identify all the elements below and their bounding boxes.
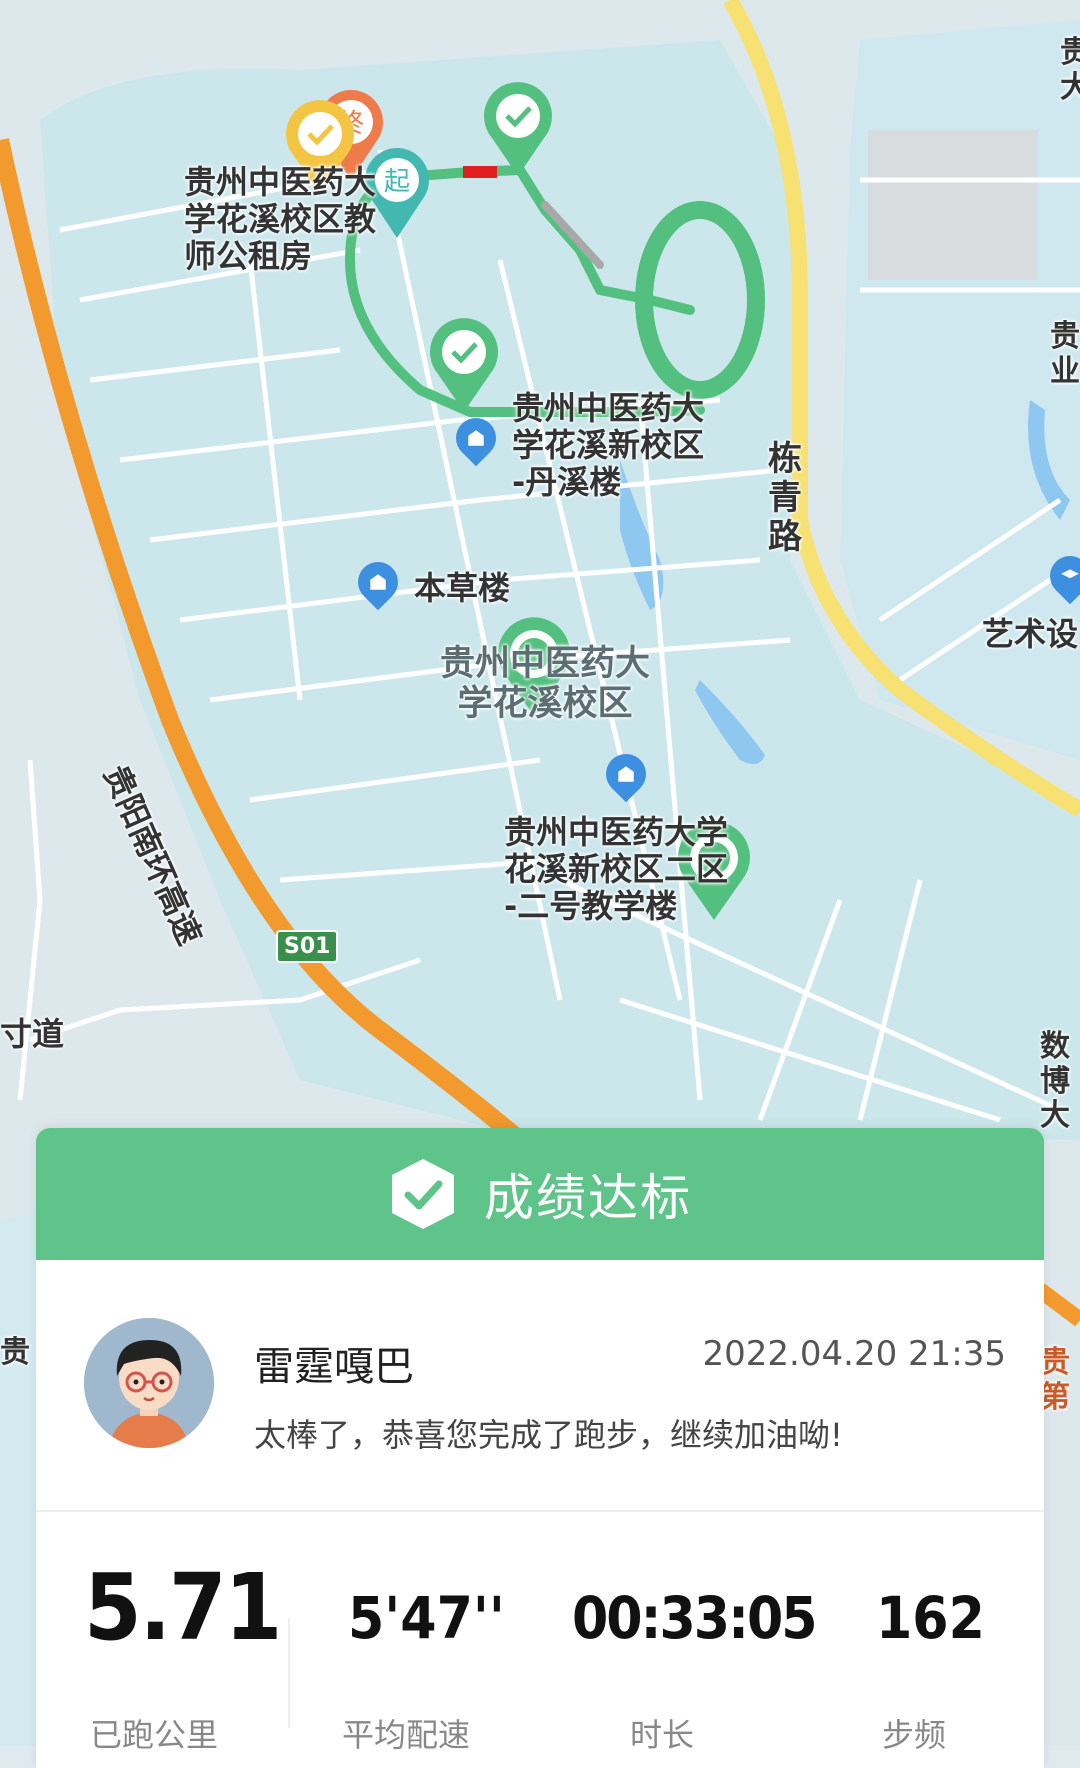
shield-check-icon xyxy=(392,1159,454,1229)
map-label-art: 艺术设 xyxy=(982,615,1079,653)
map-label-teacher-housing: 贵州中医药大 学花溪校区教 师公租房 xyxy=(184,163,377,275)
banner-title: 成绩达标 xyxy=(484,1169,692,1227)
start-marker-label: 起 xyxy=(384,167,410,197)
stat-distance-value: 5.71 xyxy=(84,1554,282,1661)
checkpoint-marker-icon[interactable] xyxy=(426,316,502,416)
congrats-message: 太棒了，恭喜您完成了跑步，继续加油呦! xyxy=(254,1416,843,1454)
avatar-illustration-icon xyxy=(84,1318,214,1448)
map-label-edge: 贵 第 xyxy=(1040,1345,1070,1415)
stat-cadence-label: 步频 xyxy=(882,1716,947,1754)
map-label-edge: 贵 大 xyxy=(1060,35,1080,105)
stat-pace-label: 平均配速 xyxy=(342,1716,471,1754)
map-label-left-road: 寸道 xyxy=(0,1015,65,1053)
map-label-bencao-building: 本草楼 xyxy=(414,569,511,607)
map-label-danxi-building: 贵州中医药大 学花溪新校区 -丹溪楼 xyxy=(512,389,705,501)
map-label-teaching-building-2: 贵州中医药大学 花溪新校区二区 -二号教学楼 xyxy=(504,813,729,925)
run-datetime: 2022.04.20 21:35 xyxy=(702,1334,1006,1374)
username: 雷霆嘎巴 xyxy=(254,1344,414,1390)
stat-cadence-value: 162 xyxy=(876,1584,985,1652)
map-label-edge: 数 博 大 xyxy=(1040,1029,1070,1133)
highway-shield: S01 xyxy=(276,930,339,963)
stat-duration-value: 00:33:05 xyxy=(572,1584,818,1652)
avatar[interactable] xyxy=(84,1318,214,1448)
divider xyxy=(36,1510,1044,1512)
checkpoint-marker-icon[interactable] xyxy=(480,80,556,180)
map-label-edge: 贵 业 xyxy=(1050,319,1080,389)
building-block xyxy=(868,130,1038,280)
stats-separator xyxy=(288,1618,290,1728)
map-label-lianqing-road: 栋 青 路 xyxy=(768,439,802,558)
result-card: 成绩达标 雷霆嘎巴 2022.04.20 21:35 太棒了，恭喜您完成了跑步，… xyxy=(36,1128,1044,1768)
stat-distance-label: 已跑公里 xyxy=(90,1716,219,1754)
map-label-edge: 贵 xyxy=(0,1335,30,1370)
stat-duration-label: 时长 xyxy=(630,1716,695,1754)
map-label-campus: 贵州中医药大 学花溪校区 xyxy=(440,644,651,725)
stat-pace-value: 5'47'' xyxy=(348,1584,505,1652)
result-banner: 成绩达标 xyxy=(36,1128,1044,1260)
